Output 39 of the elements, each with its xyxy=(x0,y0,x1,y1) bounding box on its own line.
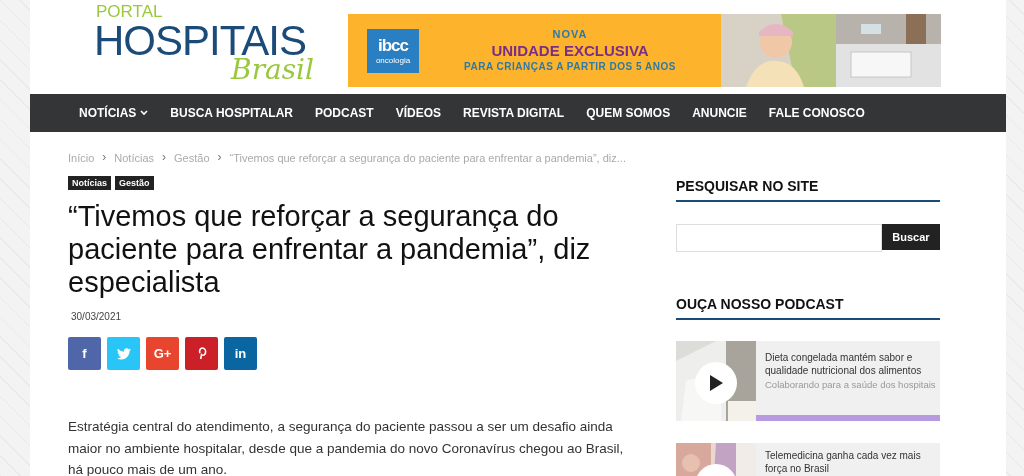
podcast-title: Dieta congelada mantém sabor e qualidade nutricional dos alimentos xyxy=(765,351,923,377)
category-tag[interactable]: Gestão xyxy=(115,176,154,190)
breadcrumb-separator: › xyxy=(101,152,108,164)
podcast-subtitle: Colaborando para a saúde dos hospitais xyxy=(765,379,937,390)
article-paragraph: Estratégia central do atendimento, a segurança do paciente passou a ser um desafio ainda maior no ambiente hospitalar, desde que a pandemia do novo Coronavírus chegou ao Brasil, há pouco mais de um ano. xyxy=(68,418,625,476)
podcast-card[interactable]: Dieta congelada mantém sabor e qualidade nutricional dos alimentos Colaborando para a saúde dos hospitais xyxy=(676,341,940,421)
podcast-card[interactable]: Telemedicina ganha cada vez mais força no Brasil xyxy=(676,443,940,476)
nav-link[interactable]: BUSCA HOSPITALAR xyxy=(159,106,304,120)
ad-banner[interactable]: ibcc oncologia NOVA UNIDADE EXCLUSIVA PARA CRIANÇAS A PARTIR DOS 5 ANOS xyxy=(348,13,941,87)
banner-text: NOVA xyxy=(552,28,588,40)
nav-link[interactable]: ANUNCIE xyxy=(681,106,758,120)
nav-link[interactable]: PODCAST xyxy=(304,106,385,120)
brand-logo: ibcc oncologia xyxy=(367,28,419,73)
breadcrumb-separator: › xyxy=(161,152,168,164)
banner-headline: UNIDADE EXCLUSIVA xyxy=(491,42,649,59)
share-button[interactable] xyxy=(185,337,218,370)
article-date: 30/03/2021 xyxy=(71,311,123,322)
play-icon xyxy=(709,375,723,391)
share-button[interactable]: G+ xyxy=(146,337,179,370)
search-button[interactable]: Buscar xyxy=(882,224,940,250)
breadcrumb-separator: › xyxy=(216,152,223,164)
nav-link[interactable]: REVISTA DIGITAL xyxy=(452,106,576,120)
article-title: “Tivemos que reforçar a segurança do paciente para enfrentar a pandemia”, diz especialista xyxy=(68,200,592,299)
share-button[interactable]: f xyxy=(68,337,101,370)
nav-link[interactable]: FALE CONOSCO xyxy=(757,106,876,120)
site-logo[interactable]: PORTAL HOSPITAIS Brasil xyxy=(94,2,322,84)
share-button[interactable] xyxy=(107,337,140,370)
nav-link[interactable]: VÍDEOS xyxy=(384,106,453,120)
pin-icon xyxy=(196,347,207,360)
search-field[interactable] xyxy=(676,224,882,252)
banner-text: PARA CRIANÇAS A PARTIR DOS 5 ANOS xyxy=(464,61,676,72)
podcast-title: Telemedicina ganha cada vez mais força no Brasil xyxy=(765,449,922,475)
category-tag[interactable]: Notícias xyxy=(68,176,111,190)
section-heading: OUÇA NOSSO PODCAST xyxy=(676,296,940,320)
nav-link[interactable]: QUEM SOMOS xyxy=(575,106,682,120)
nav-link[interactable]: NOTÍCIAS xyxy=(68,106,160,120)
share-button[interactable]: in xyxy=(224,337,257,370)
bird-icon xyxy=(116,347,131,360)
section-heading: PESQUISAR NO SITE xyxy=(676,178,940,202)
